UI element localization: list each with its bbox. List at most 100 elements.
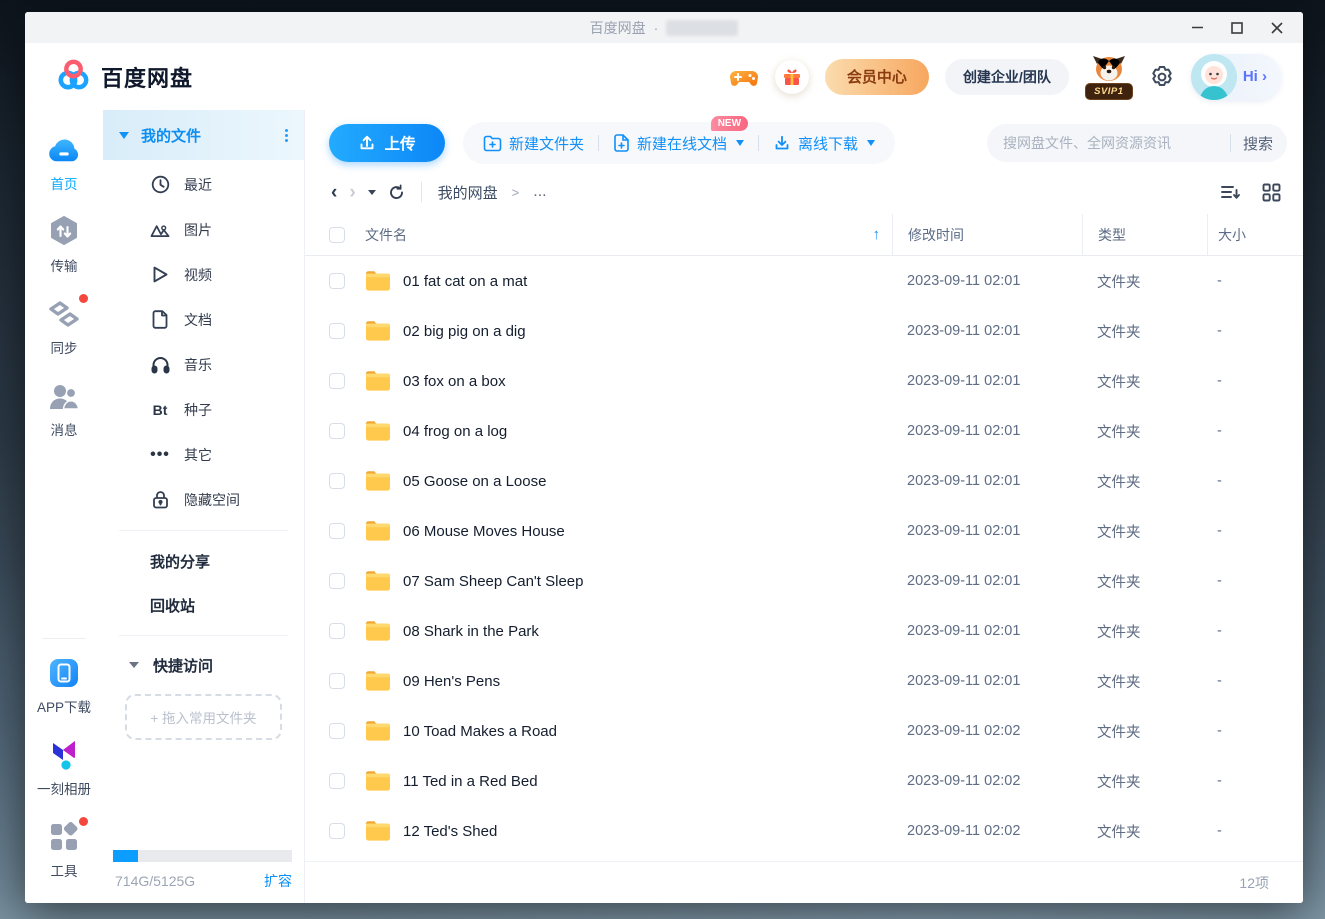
vip-center-button[interactable]: 会员中心 bbox=[825, 59, 929, 95]
file-name[interactable]: 02 big pig on a dig bbox=[403, 323, 892, 340]
games-icon[interactable] bbox=[729, 62, 759, 92]
more-options-icon[interactable] bbox=[285, 129, 288, 142]
row-checkbox[interactable] bbox=[329, 623, 345, 639]
table-row[interactable]: 12 Ted's Shed 2023-09-11 02:02 文件夹 - bbox=[305, 806, 1303, 856]
rail-item-messages[interactable]: 消息 bbox=[32, 380, 96, 439]
column-header-time[interactable]: 修改时间 bbox=[892, 214, 1082, 255]
sidebar-item-video[interactable]: 视频 bbox=[103, 252, 304, 297]
search-button[interactable]: 搜索 bbox=[1243, 133, 1273, 154]
history-dropdown-icon[interactable] bbox=[368, 190, 376, 195]
maximize-button[interactable] bbox=[1217, 12, 1257, 43]
table-row[interactable]: 02 big pig on a dig 2023-09-11 02:01 文件夹… bbox=[305, 306, 1303, 356]
new-online-doc-button[interactable]: NEW 新建在线文档 bbox=[613, 133, 744, 154]
file-name[interactable]: 10 Toad Makes a Road bbox=[403, 723, 892, 740]
offline-download-button[interactable]: 离线下载 bbox=[773, 133, 875, 154]
table-row[interactable]: 08 Shark in the Park 2023-09-11 02:01 文件… bbox=[305, 606, 1303, 656]
file-name[interactable]: 11 Ted in a Red Bed bbox=[403, 773, 892, 790]
rail-item-sync[interactable]: 同步 bbox=[32, 298, 96, 357]
file-name[interactable]: 07 Sam Sheep Can't Sleep bbox=[403, 573, 892, 590]
svip-badge[interactable]: SVIP1 bbox=[1085, 54, 1133, 100]
logo-text: 百度网盘 bbox=[101, 61, 193, 93]
titlebar[interactable]: 百度网盘 · bbox=[25, 12, 1303, 43]
back-button[interactable]: ‹ bbox=[331, 183, 337, 202]
upload-button[interactable]: 上传 bbox=[329, 124, 445, 162]
row-checkbox[interactable] bbox=[329, 423, 345, 439]
new-folder-button[interactable]: 新建文件夹 bbox=[483, 133, 584, 154]
divider bbox=[758, 135, 759, 151]
table-row[interactable]: 11 Ted in a Red Bed 2023-09-11 02:02 文件夹… bbox=[305, 756, 1303, 806]
file-name[interactable]: 12 Ted's Shed bbox=[403, 823, 892, 840]
window-title-text: 百度网盘 bbox=[590, 18, 646, 38]
row-checkbox[interactable] bbox=[329, 673, 345, 689]
settings-gear-icon[interactable] bbox=[1149, 64, 1175, 90]
sidebar-section-quick-access[interactable]: 快捷访问 bbox=[103, 644, 304, 686]
refresh-icon[interactable] bbox=[388, 184, 405, 201]
create-team-button[interactable]: 创建企业/团队 bbox=[945, 59, 1069, 95]
expand-storage-link[interactable]: 扩容 bbox=[264, 871, 292, 891]
file-name[interactable]: 06 Mouse Moves House bbox=[403, 523, 892, 540]
table-row[interactable]: 03 fox on a box 2023-09-11 02:01 文件夹 - bbox=[305, 356, 1303, 406]
sidebar-item-music[interactable]: 音乐 bbox=[103, 342, 304, 387]
breadcrumb-root[interactable]: 我的网盘 bbox=[438, 182, 498, 203]
table-row[interactable]: 06 Mouse Moves House 2023-09-11 02:01 文件… bbox=[305, 506, 1303, 556]
row-checkbox[interactable] bbox=[329, 573, 345, 589]
table-row[interactable]: 04 frog on a log 2023-09-11 02:01 文件夹 - bbox=[305, 406, 1303, 456]
rail-item-transfer[interactable]: 传输 bbox=[32, 216, 96, 275]
file-name[interactable]: 03 fox on a box bbox=[403, 373, 892, 390]
sidebar-link[interactable]: 我的分享 bbox=[103, 539, 304, 583]
column-header-name[interactable]: 文件名 bbox=[365, 225, 407, 245]
sort-order-icon[interactable] bbox=[1220, 183, 1242, 201]
file-modified-time: 2023-09-11 02:01 bbox=[892, 423, 1082, 439]
row-checkbox[interactable] bbox=[329, 323, 345, 339]
breadcrumb-more[interactable]: ... bbox=[533, 183, 546, 201]
table-row[interactable]: 05 Goose on a Loose 2023-09-11 02:01 文件夹… bbox=[305, 456, 1303, 506]
rail-item-photo-album[interactable]: 一刻相册 bbox=[32, 739, 96, 798]
rail-item-tools[interactable]: 工具 bbox=[32, 821, 96, 880]
file-modified-time: 2023-09-11 02:01 bbox=[892, 523, 1082, 539]
grid-view-icon[interactable] bbox=[1262, 183, 1281, 202]
gift-icon[interactable] bbox=[775, 60, 809, 94]
table-row[interactable]: 09 Hen's Pens 2023-09-11 02:01 文件夹 - bbox=[305, 656, 1303, 706]
row-checkbox[interactable] bbox=[329, 523, 345, 539]
column-header-type[interactable]: 类型 bbox=[1082, 214, 1207, 255]
row-checkbox[interactable] bbox=[329, 773, 345, 789]
file-name[interactable]: 08 Shark in the Park bbox=[403, 623, 892, 640]
sidebar-item-picture[interactable]: 图片 bbox=[103, 207, 304, 252]
file-name[interactable]: 01 fat cat on a mat bbox=[403, 273, 892, 290]
my-files-label: 我的文件 bbox=[141, 125, 201, 146]
sort-ascending-icon[interactable]: ↑ bbox=[873, 226, 881, 243]
close-button[interactable] bbox=[1257, 12, 1297, 43]
file-type: 文件夹 bbox=[1082, 471, 1207, 492]
sidebar-section-my-files[interactable]: 我的文件 bbox=[103, 110, 304, 160]
file-name[interactable]: 09 Hen's Pens bbox=[403, 673, 892, 690]
row-checkbox[interactable] bbox=[329, 723, 345, 739]
forward-button[interactable]: › bbox=[349, 183, 355, 202]
file-type: 文件夹 bbox=[1082, 621, 1207, 642]
table-row[interactable]: 10 Toad Makes a Road 2023-09-11 02:02 文件… bbox=[305, 706, 1303, 756]
row-checkbox[interactable] bbox=[329, 473, 345, 489]
minimize-button[interactable] bbox=[1177, 12, 1217, 43]
row-checkbox[interactable] bbox=[329, 273, 345, 289]
search-input[interactable] bbox=[1003, 135, 1224, 151]
sidebar-item-document[interactable]: 文档 bbox=[103, 297, 304, 342]
account-button[interactable]: Hi › bbox=[1191, 54, 1281, 100]
file-name[interactable]: 05 Goose on a Loose bbox=[403, 473, 892, 490]
column-header-size[interactable]: 大小 bbox=[1207, 214, 1303, 255]
table-row[interactable]: 07 Sam Sheep Can't Sleep 2023-09-11 02:0… bbox=[305, 556, 1303, 606]
table-row[interactable]: 01 fat cat on a mat 2023-09-11 02:01 文件夹… bbox=[305, 256, 1303, 306]
rail-item-app-download[interactable]: APP下载 bbox=[32, 657, 96, 716]
divider bbox=[119, 530, 288, 531]
sidebar-link[interactable]: 回收站 bbox=[103, 583, 304, 627]
drop-favorite-folder-zone[interactable]: + 拖入常用文件夹 bbox=[125, 694, 282, 740]
baidu-netdisk-logo[interactable]: 百度网盘 bbox=[55, 56, 193, 97]
sidebar-item-ellipsis[interactable]: ••• 其它 bbox=[103, 432, 304, 477]
sidebar-item-lock[interactable]: 隐藏空间 bbox=[103, 477, 304, 522]
sidebar-item-torrent-bt[interactable]: Bt 种子 bbox=[103, 387, 304, 432]
row-checkbox[interactable] bbox=[329, 373, 345, 389]
sidebar-item-clock[interactable]: 最近 bbox=[103, 162, 304, 207]
row-checkbox[interactable] bbox=[329, 823, 345, 839]
collapse-caret-icon[interactable] bbox=[119, 132, 129, 139]
file-name[interactable]: 04 frog on a log bbox=[403, 423, 892, 440]
rail-item-home-cloud[interactable]: 首页 bbox=[32, 134, 96, 193]
select-all-checkbox[interactable] bbox=[329, 227, 345, 243]
